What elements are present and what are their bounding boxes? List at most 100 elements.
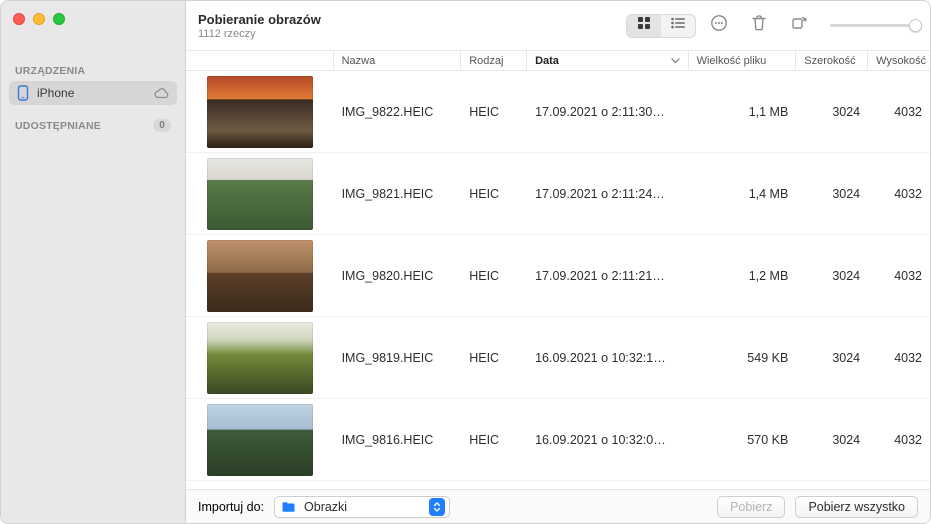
name-cell: IMG_9819.HEIC: [334, 351, 462, 365]
height-cell: 4032: [868, 187, 930, 201]
toolbar: [626, 14, 916, 38]
sidebar: URZĄDZENIA iPhone UDOSTĘPNIANE 0: [1, 51, 186, 523]
footer: Importuj do: Obrazki Pobierz Pobierz wsz…: [186, 489, 930, 523]
thumbnail-size-slider[interactable]: [830, 24, 916, 27]
view-grid-button[interactable]: [627, 15, 661, 37]
thumbnail-cell: [186, 322, 334, 394]
sidebar-item-iphone[interactable]: iPhone: [9, 81, 177, 105]
height-cell: 4032: [868, 351, 930, 365]
thumbnail-image: [207, 76, 313, 148]
column-kind[interactable]: Rodzaj: [461, 51, 527, 70]
kind-cell: HEIC: [461, 105, 527, 119]
grid-icon: [637, 16, 651, 35]
date-cell: 16.09.2021 o 10:32:1…: [527, 351, 689, 365]
toolbar-area: Pobieranie obrazów 1112 rzeczy: [186, 1, 930, 51]
sidebar-item-label: iPhone: [37, 86, 74, 100]
thumbnail-image: [207, 240, 313, 312]
thumbnail-cell: [186, 76, 334, 148]
import-to-label: Importuj do:: [198, 500, 264, 514]
title-block: Pobieranie obrazów 1112 rzeczy: [198, 12, 626, 40]
cloud-icon: [153, 87, 169, 99]
close-window-button[interactable]: [13, 13, 25, 25]
size-cell: 1,2 MB: [689, 269, 797, 283]
column-name[interactable]: Nazwa: [334, 51, 462, 70]
ellipsis-circle-icon: [710, 14, 728, 37]
size-cell: 549 KB: [689, 351, 797, 365]
delete-button[interactable]: [742, 14, 776, 38]
table-row[interactable]: IMG_9819.HEICHEIC16.09.2021 o 10:32:1…54…: [186, 317, 930, 399]
section-label: UDOSTĘPNIANE: [15, 120, 101, 132]
thumbnail-image: [207, 322, 313, 394]
width-cell: 3024: [796, 105, 868, 119]
slider-track: [830, 24, 916, 27]
trash-icon: [751, 14, 767, 37]
size-cell: 1,1 MB: [689, 105, 797, 119]
titlebar: Pobieranie obrazów 1112 rzeczy: [1, 1, 930, 51]
column-thumbnail[interactable]: [186, 51, 334, 70]
shared-count-badge: 0: [153, 119, 171, 132]
height-cell: 4032: [868, 433, 930, 447]
thumbnail-cell: [186, 240, 334, 312]
column-header: Nazwa Rodzaj Data Wielkość pliku Szeroko…: [186, 51, 930, 71]
rotate-button[interactable]: [782, 14, 816, 38]
name-cell: IMG_9820.HEIC: [334, 269, 462, 283]
iphone-icon: [17, 85, 29, 101]
name-cell: IMG_9822.HEIC: [334, 105, 462, 119]
name-cell: IMG_9821.HEIC: [334, 187, 462, 201]
width-cell: 3024: [796, 269, 868, 283]
kind-cell: HEIC: [461, 433, 527, 447]
list-icon: [670, 16, 686, 35]
kind-cell: HEIC: [461, 269, 527, 283]
width-cell: 3024: [796, 433, 868, 447]
column-date[interactable]: Data: [527, 51, 689, 70]
table-row[interactable]: IMG_9821.HEICHEIC17.09.2021 o 2:11:24…1,…: [186, 153, 930, 235]
sidebar-section-shared: UDOSTĘPNIANE 0: [9, 115, 177, 136]
item-count: 1112 rzeczy: [198, 28, 626, 40]
rotate-icon: [790, 14, 808, 37]
date-cell: 16.09.2021 o 10:32:0…: [527, 433, 689, 447]
window: Pobieranie obrazów 1112 rzeczy: [0, 0, 931, 524]
thumbnail-cell: [186, 404, 334, 476]
section-label: URZĄDZENIA: [15, 65, 85, 77]
width-cell: 3024: [796, 351, 868, 365]
updown-arrows-icon: [429, 498, 445, 516]
thumbnail-image: [207, 158, 313, 230]
height-cell: 4032: [868, 105, 930, 119]
download-all-button[interactable]: Pobierz wszystko: [795, 496, 918, 518]
zoom-window-button[interactable]: [53, 13, 65, 25]
window-title: Pobieranie obrazów: [198, 12, 626, 27]
size-cell: 570 KB: [689, 433, 797, 447]
destination-label: Obrazki: [304, 500, 421, 514]
date-cell: 17.09.2021 o 2:11:24…: [527, 187, 689, 201]
table-row[interactable]: IMG_9822.HEICHEIC17.09.2021 o 2:11:30…1,…: [186, 71, 930, 153]
main-content: Nazwa Rodzaj Data Wielkość pliku Szeroko…: [186, 51, 930, 523]
column-width[interactable]: Szerokość: [796, 51, 868, 70]
column-size[interactable]: Wielkość pliku: [689, 51, 797, 70]
thumbnail-cell: [186, 158, 334, 230]
date-cell: 17.09.2021 o 2:11:21…: [527, 269, 689, 283]
more-actions-button[interactable]: [702, 14, 736, 38]
column-height[interactable]: Wysokość: [868, 51, 930, 70]
chevron-down-icon: [671, 55, 680, 67]
minimize-window-button[interactable]: [33, 13, 45, 25]
sidebar-section-devices: URZĄDZENIA: [9, 61, 177, 81]
rows-container: IMG_9822.HEICHEIC17.09.2021 o 2:11:30…1,…: [186, 71, 930, 489]
view-list-button[interactable]: [661, 15, 695, 37]
width-cell: 3024: [796, 187, 868, 201]
date-cell: 17.09.2021 o 2:11:30…: [527, 105, 689, 119]
thumbnail-image: [207, 404, 313, 476]
table-row[interactable]: IMG_9816.HEICHEIC16.09.2021 o 10:32:0…57…: [186, 399, 930, 481]
download-button[interactable]: Pobierz: [717, 496, 785, 518]
folder-icon: [281, 501, 296, 513]
size-cell: 1,4 MB: [689, 187, 797, 201]
kind-cell: HEIC: [461, 351, 527, 365]
height-cell: 4032: [868, 269, 930, 283]
kind-cell: HEIC: [461, 187, 527, 201]
table-row[interactable]: IMG_9820.HEICHEIC17.09.2021 o 2:11:21…1,…: [186, 235, 930, 317]
name-cell: IMG_9816.HEIC: [334, 433, 462, 447]
view-mode-segment: [626, 14, 696, 38]
body: URZĄDZENIA iPhone UDOSTĘPNIANE 0 Nazwa: [1, 51, 930, 523]
slider-knob[interactable]: [909, 19, 922, 32]
traffic-lights: [1, 1, 186, 51]
destination-popup[interactable]: Obrazki: [274, 496, 450, 518]
